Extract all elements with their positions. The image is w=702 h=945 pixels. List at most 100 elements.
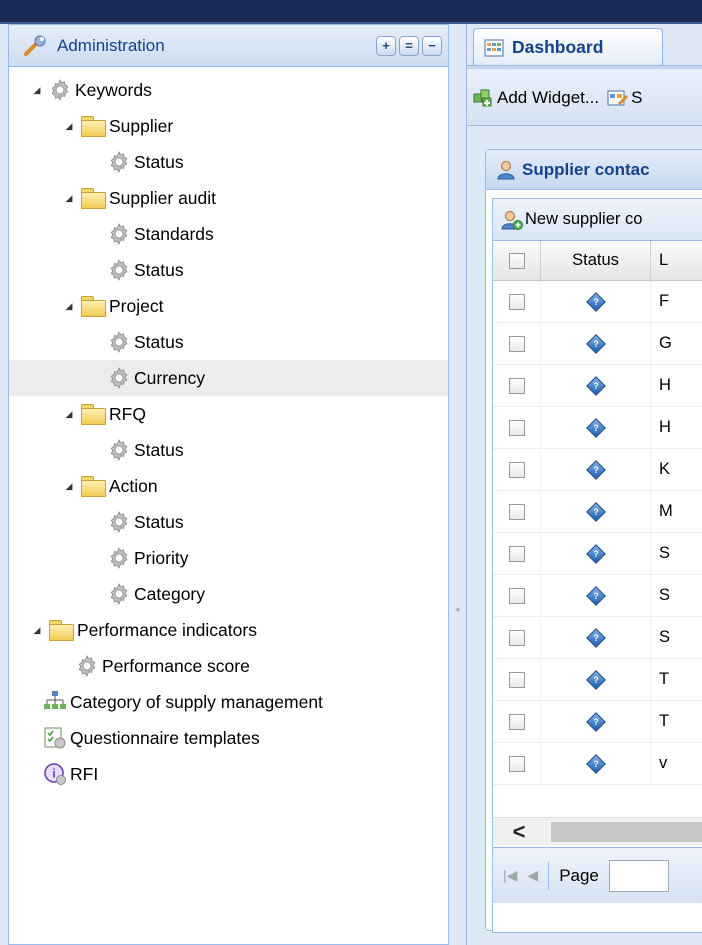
expand-all-button[interactable]: +: [376, 35, 396, 56]
tree-node[interactable]: Status: [9, 252, 448, 288]
tree-node[interactable]: ◢ Action: [9, 468, 448, 504]
expand-arrow-icon[interactable]: ◢: [63, 408, 75, 420]
table-row[interactable]: ? M: [493, 491, 702, 533]
expand-arrow-icon[interactable]: ◢: [31, 84, 43, 96]
tree-node[interactable]: Currency: [9, 360, 448, 396]
table-row[interactable]: ? S: [493, 575, 702, 617]
horizontal-scrollbar[interactable]: <: [493, 817, 702, 845]
row-checkbox[interactable]: [508, 545, 525, 562]
status-cell: ?: [541, 659, 651, 700]
folder-icon: [80, 115, 106, 137]
table-row[interactable]: ? H: [493, 407, 702, 449]
row-checkbox[interactable]: [508, 587, 525, 604]
second-toolbar-button[interactable]: S: [607, 88, 642, 108]
tree-node[interactable]: Status: [9, 324, 448, 360]
row-checkbox[interactable]: [508, 335, 525, 352]
table-row[interactable]: ? F: [493, 281, 702, 323]
expand-arrow-icon[interactable]: ◢: [63, 480, 75, 492]
tree-node[interactable]: ◢ Project: [9, 288, 448, 324]
table-row[interactable]: ? v: [493, 743, 702, 785]
row-select-cell: [493, 701, 541, 742]
tree-node[interactable]: Status: [9, 144, 448, 180]
tree-node-label: Standards: [134, 223, 214, 244]
status-unknown-icon: ?: [585, 501, 606, 522]
collapse-grip-icon[interactable]: ◂: [453, 594, 461, 624]
widget-title: Supplier contac: [522, 159, 650, 179]
table-row[interactable]: ? T: [493, 659, 702, 701]
tree-node[interactable]: ◢ Supplier audit: [9, 180, 448, 216]
row-checkbox[interactable]: [508, 629, 525, 646]
splitter[interactable]: ◂: [449, 24, 466, 945]
status-unknown-icon: ?: [585, 417, 606, 438]
tree-node-label: Supplier: [109, 115, 174, 136]
tree-node[interactable]: Status: [9, 432, 448, 468]
table-row[interactable]: ? K: [493, 449, 702, 491]
table-row[interactable]: ? H: [493, 365, 702, 407]
tree-node[interactable]: Questionnaire templates: [9, 720, 448, 756]
tree-node-label: Status: [134, 511, 184, 532]
select-all-checkbox[interactable]: [508, 252, 525, 269]
page-number-input[interactable]: [608, 859, 669, 892]
tab-dashboard[interactable]: Dashboard: [473, 28, 663, 66]
tree-node[interactable]: Category: [9, 576, 448, 612]
tree-node[interactable]: Status: [9, 504, 448, 540]
new-supplier-contact-label: New supplier co: [525, 210, 643, 228]
row-checkbox[interactable]: [508, 377, 525, 394]
pager-separator: [548, 861, 550, 890]
tree-node[interactable]: ◢ RFQ: [9, 396, 448, 432]
tree-node[interactable]: Category of supply management: [9, 684, 448, 720]
select-all-cell: [493, 241, 541, 280]
row-checkbox[interactable]: [508, 755, 525, 772]
tree-node[interactable]: ◢ Performance indicators: [9, 612, 448, 648]
gear-icon: [48, 78, 72, 102]
folder-icon: [48, 619, 74, 641]
expand-arrow-icon[interactable]: ◢: [31, 624, 43, 636]
expand-arrow-icon[interactable]: ◢: [63, 192, 75, 204]
expand-arrow-icon[interactable]: ◢: [63, 120, 75, 132]
second-toolbar-label: S: [631, 87, 643, 107]
table-row[interactable]: ? T: [493, 701, 702, 743]
first-page-icon[interactable]: |◀: [503, 867, 517, 884]
collapse-all-button[interactable]: =: [399, 35, 419, 56]
tree-node[interactable]: ◢ Supplier: [9, 108, 448, 144]
status-cell: ?: [541, 323, 651, 364]
table-row[interactable]: ? S: [493, 617, 702, 659]
wrench-icon: [24, 35, 46, 56]
tree-node[interactable]: ◢ Keywords: [9, 72, 448, 108]
gear-icon: [107, 150, 131, 174]
row-checkbox[interactable]: [508, 713, 525, 730]
row-cell-text: T: [659, 670, 670, 688]
gear-icon: [107, 330, 131, 354]
scroll-thumb[interactable]: [551, 822, 702, 842]
tree-node-label: Category of supply management: [70, 691, 323, 712]
tree-node-label: Currency: [134, 367, 205, 388]
tree-node[interactable]: Standards: [9, 216, 448, 252]
prev-page-icon[interactable]: ◀: [527, 867, 538, 884]
row-checkbox[interactable]: [508, 503, 525, 520]
admin-tree: ◢ Keywords ◢ Supplier Status ◢ Supplier audit S…: [9, 67, 448, 792]
row-checkbox[interactable]: [508, 419, 525, 436]
row-cell-text: v: [659, 754, 668, 772]
row-checkbox[interactable]: [508, 671, 525, 688]
add-widget-button[interactable]: Add Widget...: [473, 88, 599, 108]
rfi-icon: i: [43, 762, 67, 786]
column-third[interactable]: L: [651, 241, 702, 280]
tree-node[interactable]: Priority: [9, 540, 448, 576]
tab-label: Dashboard: [512, 37, 604, 57]
tree-node[interactable]: i RFI: [9, 756, 448, 792]
row-select-cell: [493, 659, 541, 700]
tree-node[interactable]: Performance score: [9, 648, 448, 684]
new-supplier-contact-button[interactable]: New supplier co: [501, 210, 642, 230]
minimize-panel-button[interactable]: −: [422, 35, 442, 56]
gear-icon: [107, 258, 131, 282]
scroll-left-icon[interactable]: <: [499, 820, 539, 844]
supplier-contacts-widget: Supplier contac New supplier co Status L…: [485, 149, 702, 933]
column-status[interactable]: Status: [541, 241, 651, 280]
tree-node-label: Performance score: [102, 655, 250, 676]
table-row[interactable]: ? S: [493, 533, 702, 575]
expand-arrow-icon[interactable]: ◢: [63, 300, 75, 312]
row-checkbox[interactable]: [508, 293, 525, 310]
row-checkbox[interactable]: [508, 461, 525, 478]
page-label: Page: [559, 865, 599, 885]
table-row[interactable]: ? G: [493, 323, 702, 365]
